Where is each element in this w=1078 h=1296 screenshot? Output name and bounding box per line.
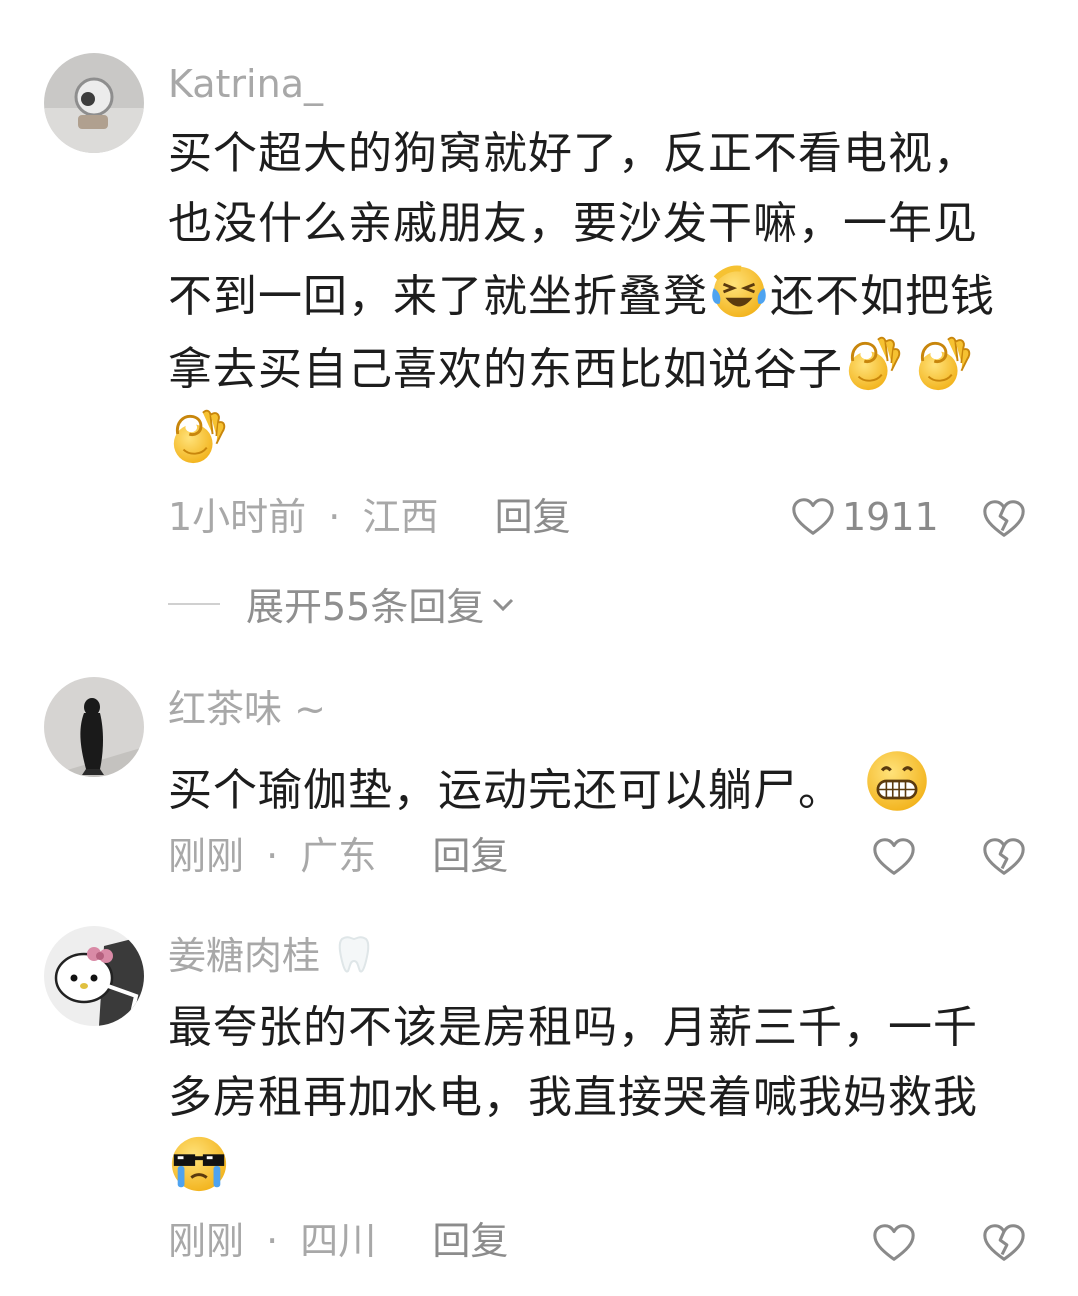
comment-meta: 刚刚 · 四川 回复	[168, 1216, 508, 1266]
comment-item: 姜糖肉桂 最夸张的不该是房租吗，月薪三千，一千 多房租再加水电，我直接哭着喊我妈…	[0, 900, 1078, 1296]
reply-button[interactable]: 回复	[432, 1219, 508, 1263]
ok-hand-emoji	[168, 405, 230, 467]
heart-icon	[790, 494, 836, 540]
comment-location: 四川	[300, 1219, 377, 1263]
comment-text: 买个超大的狗窝就好了，反正不看电视， 也没什么亲戚朋友，要沙发干嘛，一年见 不到…	[168, 119, 1048, 478]
expand-replies-button[interactable]: 展开55条回复	[168, 576, 518, 631]
separator-dot: ·	[266, 1219, 279, 1263]
comment-text-line: 买个瑜伽垫，运动完还可以躺尸。	[168, 747, 1048, 826]
reply-button[interactable]: 回复	[432, 834, 508, 878]
comment-text-line: 拿去买自己喜欢的东西比如说谷子	[168, 332, 1048, 405]
comment-text-segment: 拿去买自己喜欢的东西比如说谷子	[168, 344, 843, 395]
comment-text-line: 最夸张的不该是房租吗，月薪三千，一千	[168, 1002, 978, 1053]
chevron-down-icon	[493, 598, 514, 611]
divider	[168, 602, 220, 605]
grinning-emoji	[863, 747, 931, 815]
broken-heart-icon[interactable]	[981, 834, 1027, 880]
comment-meta: 1小时前 · 江西 回复	[168, 492, 571, 542]
avatar[interactable]	[44, 53, 144, 153]
comment-text-line: 买个超大的狗窝就好了，反正不看电视，	[168, 128, 978, 179]
comment-text-line	[168, 405, 1048, 478]
comment-item: 红茶味 ~ 买个瑜伽垫，运动完还可以躺尸。 刚刚 · 广东 回复	[0, 650, 1078, 900]
avatar[interactable]	[44, 677, 144, 777]
comment-time: 刚刚	[168, 834, 245, 878]
separator-dot: ·	[328, 495, 341, 539]
crying-sunglasses-emoji	[168, 1133, 230, 1195]
like-button[interactable]: 1911	[790, 494, 939, 540]
heart-icon[interactable]	[871, 1220, 917, 1266]
like-count: 1911	[842, 495, 939, 539]
comment-time: 刚刚	[168, 1219, 245, 1263]
comment-text-segment: 不到一回，来了就坐折叠凳	[168, 271, 708, 322]
comment-text-line: 也没什么亲戚朋友，要沙发干嘛，一年见	[168, 198, 978, 249]
username[interactable]: Katrina_	[168, 60, 323, 108]
username[interactable]: 姜糖肉桂	[168, 932, 372, 980]
separator-dot: ·	[266, 834, 279, 878]
laughing-crying-emoji	[708, 259, 770, 321]
comment-location: 广东	[300, 834, 377, 878]
broken-heart-icon[interactable]	[981, 496, 1027, 542]
comment-item: Katrina_ 买个超大的狗窝就好了，反正不看电视， 也没什么亲戚朋友，要沙发…	[0, 0, 1078, 650]
comment-text-segment: 买个瑜伽垫，运动完还可以躺尸。	[168, 765, 843, 816]
expand-replies-label: 展开55条回复	[246, 585, 485, 629]
ok-hand-emoji	[843, 332, 905, 394]
tooth-emoji	[338, 936, 370, 973]
avatar[interactable]	[44, 926, 144, 1026]
reply-button[interactable]: 回复	[495, 495, 571, 539]
comment-time: 1小时前	[168, 495, 307, 539]
comment-text-segment: 还不如把钱	[770, 271, 995, 322]
comment-text: 最夸张的不该是房租吗，月薪三千，一千 多房租再加水电，我直接哭着喊我妈救我	[168, 993, 1048, 1206]
comment-text-line	[168, 1133, 1048, 1206]
broken-heart-icon[interactable]	[981, 1220, 1027, 1266]
comment-meta: 刚刚 · 广东 回复	[168, 831, 508, 881]
comment-text-line: 多房租再加水电，我直接哭着喊我妈救我	[168, 1072, 978, 1123]
comment-location: 江西	[362, 495, 439, 539]
comment-text: 买个瑜伽垫，运动完还可以躺尸。	[168, 747, 1048, 826]
username[interactable]: 红茶味 ~	[168, 685, 326, 733]
comment-text-line: 不到一回，来了就坐折叠凳 还不如把钱	[168, 259, 1048, 332]
ok-hand-emoji	[913, 332, 975, 394]
heart-icon[interactable]	[871, 834, 917, 880]
username-text: 姜糖肉桂	[168, 934, 321, 978]
